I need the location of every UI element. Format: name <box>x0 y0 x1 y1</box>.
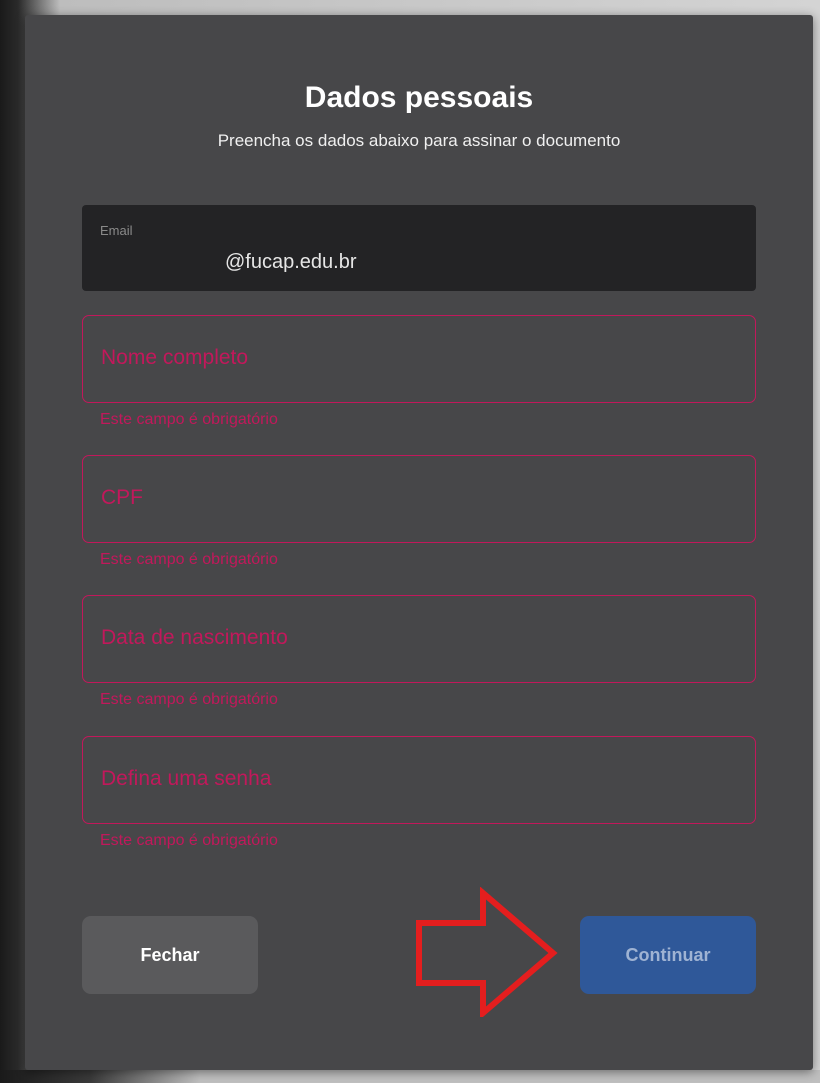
page-backdrop-bottom <box>0 1070 820 1083</box>
dialog-subtitle: Preencha os dados abaixo para assinar o … <box>217 131 621 150</box>
email-field[interactable]: Email @fucap.edu.br <box>82 205 756 291</box>
annotation-arrow-icon <box>416 887 558 1017</box>
dialog-title: Dados pessoais <box>304 81 534 114</box>
continue-button[interactable]: Continuar <box>580 916 756 994</box>
close-button[interactable]: Fechar <box>82 916 258 994</box>
continue-button-label: Continuar <box>625 944 711 965</box>
password-input[interactable]: Defina uma senha <box>82 736 756 824</box>
full-name-placeholder: Nome completo <box>101 346 249 369</box>
birth-date-error: Este campo é obrigatório <box>100 691 278 708</box>
birth-date-placeholder: Data de nascimento <box>101 626 288 649</box>
personal-data-dialog: Dados pessoais Preencha os dados abaixo … <box>25 15 813 1070</box>
email-value: @fucap.edu.br <box>225 251 357 273</box>
password-placeholder: Defina uma senha <box>101 767 272 790</box>
cpf-error: Este campo é obrigatório <box>100 551 278 568</box>
cpf-placeholder: CPF <box>101 486 143 509</box>
email-label: Email <box>100 223 133 238</box>
password-error: Este campo é obrigatório <box>100 832 278 849</box>
birth-date-input[interactable]: Data de nascimento <box>82 595 756 683</box>
close-button-label: Fechar <box>140 944 200 965</box>
full-name-error: Este campo é obrigatório <box>100 411 278 428</box>
full-name-input[interactable]: Nome completo <box>82 315 756 403</box>
cpf-input[interactable]: CPF <box>82 455 756 543</box>
